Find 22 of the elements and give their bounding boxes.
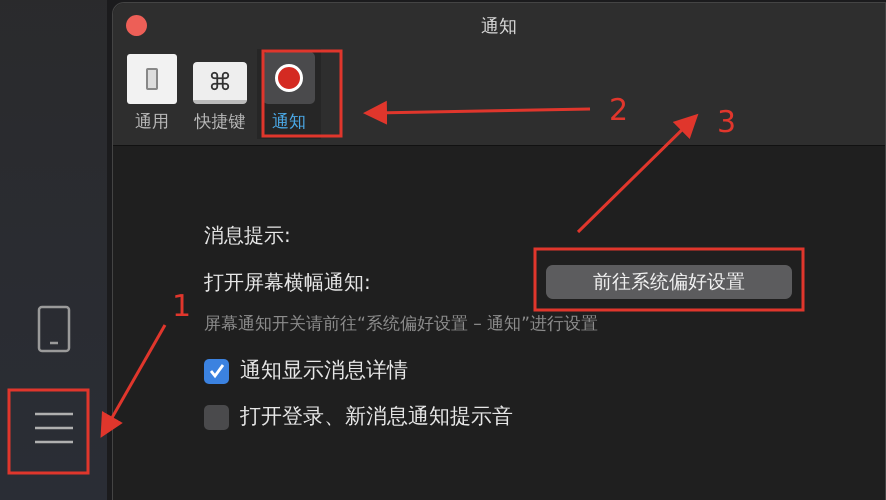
step-number: 3 [717, 104, 736, 142]
window-title: 通知 [481, 14, 517, 38]
checkbox[interactable] [204, 404, 229, 430]
switch-icon [127, 54, 177, 104]
record-icon [263, 52, 315, 104]
phone-icon[interactable] [36, 305, 70, 353]
checkbox[interactable] [204, 358, 229, 384]
section-label: 消息提示: [204, 222, 292, 249]
checkmark-icon [208, 362, 226, 380]
menu-icon[interactable] [34, 411, 74, 445]
banner-label: 打开屏幕横幅通知: [204, 269, 372, 296]
close-button[interactable] [126, 15, 147, 36]
checkbox-label: 通知显示消息详情 [240, 357, 408, 384]
toolbar-tab[interactable]: 快捷键 [187, 49, 253, 139]
open-preferences-button[interactable]: 前往系统偏好设置 [546, 265, 792, 299]
toolbar-tab[interactable]: 通用 [121, 49, 183, 139]
checkbox-label: 打开登录、新消息通知提示音 [240, 403, 513, 430]
hint-text: 屏幕通知开关请前往“系统偏好设置 – 通知”进行设置 [204, 313, 599, 336]
command-key-icon [193, 62, 247, 104]
step-number: 1 [172, 288, 192, 326]
step-number: 2 [609, 92, 628, 130]
toolbar-tab[interactable]: 通知 [257, 49, 321, 139]
